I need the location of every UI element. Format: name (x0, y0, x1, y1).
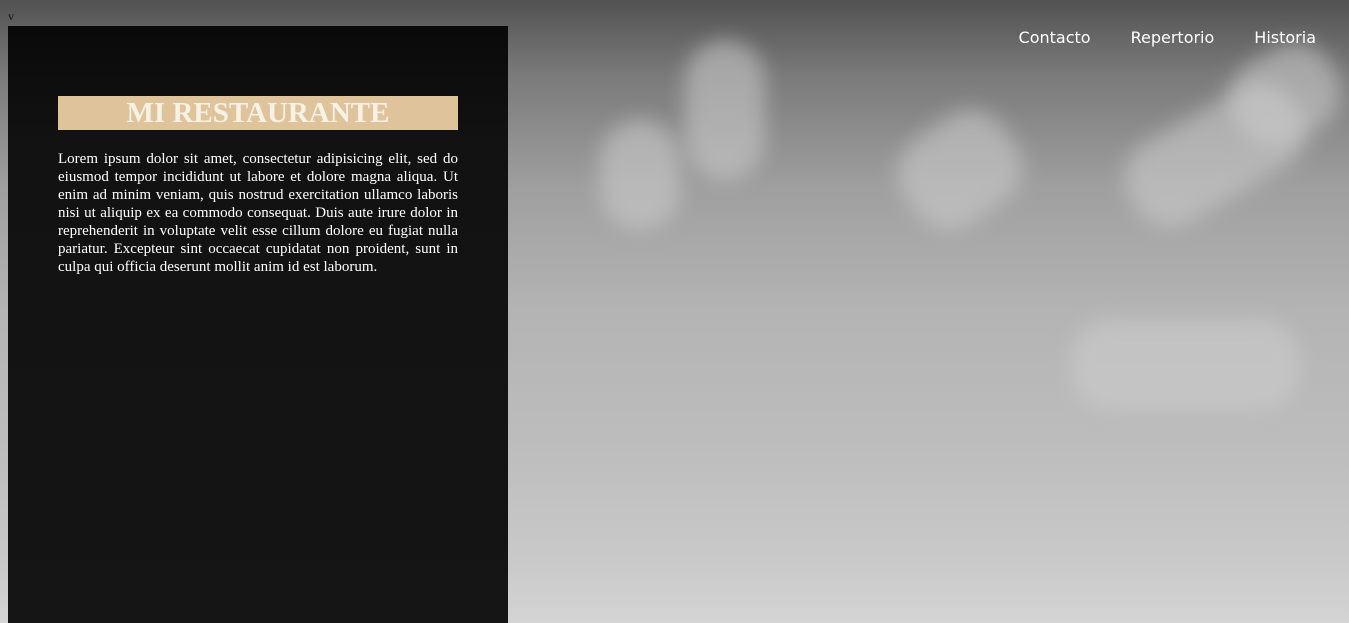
background-blur-shape (1070, 320, 1300, 410)
top-navigation: Contacto Repertorio Historia (1019, 27, 1316, 49)
background-blur-shape (882, 94, 1038, 246)
intro-paragraph: Lorem ipsum dolor sit amet, consectetur … (58, 151, 458, 275)
nav-link-historia[interactable]: Historia (1254, 27, 1316, 49)
nav-link-repertorio[interactable]: Repertorio (1131, 27, 1215, 49)
brand-title-bar: MI RESTAURANTE (58, 96, 458, 130)
corner-mark: v (8, 9, 14, 23)
background-blur-shape (600, 120, 680, 230)
background-blur-shape (685, 40, 765, 180)
brand-title: MI RESTAURANTE (126, 97, 390, 129)
nav-link-contacto[interactable]: Contacto (1019, 27, 1091, 49)
side-panel: MI RESTAURANTE Lorem ipsum dolor sit ame… (8, 26, 508, 623)
